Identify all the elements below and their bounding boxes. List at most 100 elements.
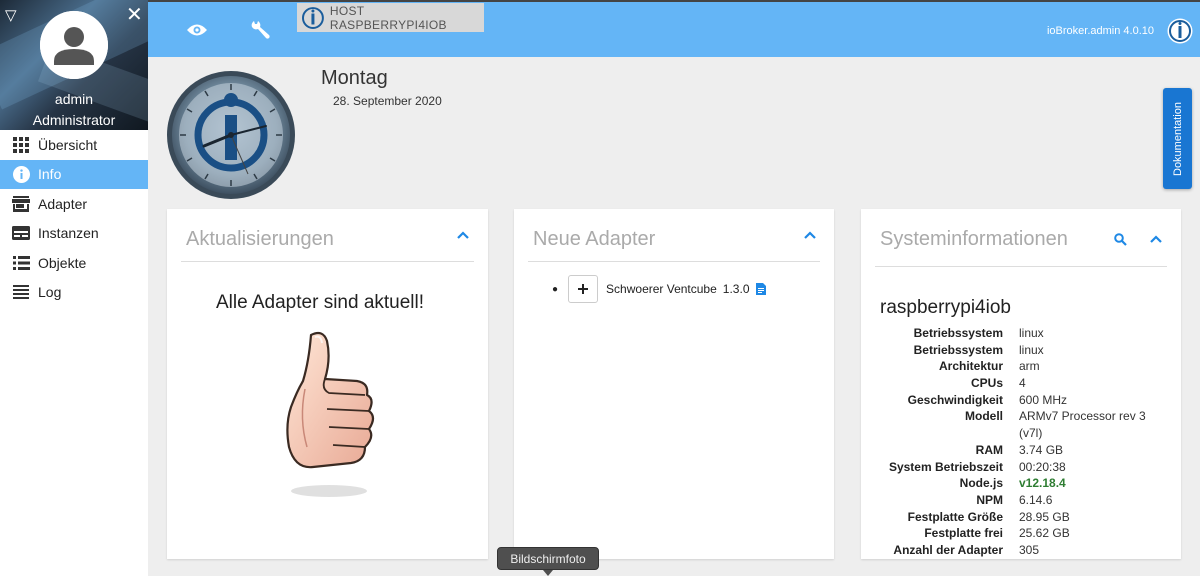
iobroker-logo-icon [302, 6, 324, 29]
info-key: Betriebssystem [913, 326, 1003, 340]
updates-title: Aktualisierungen [186, 228, 334, 250]
info-value: 6.14.6 [1019, 492, 1053, 507]
card-divider [528, 261, 820, 262]
documentation-label: Dokumentation [1171, 101, 1184, 176]
clock-logo [167, 71, 295, 199]
all-up-to-date-message: Alle Adapter sind aktuell! [215, 292, 425, 313]
search-icon[interactable] [1114, 233, 1127, 246]
info-value: 28.95 GB [1019, 509, 1070, 524]
info-key: Geschwindigkeit [907, 392, 1003, 407]
table-row: System Betriebszeit 00:20:38 [881, 460, 1159, 477]
bullet: ● [552, 283, 559, 295]
table-row: Festplatte Größe 28.95 GB [881, 510, 1159, 527]
sidebar-item-label: Instanzen [38, 225, 99, 242]
info-key: Festplatte frei [924, 526, 1003, 541]
instances-icon [12, 225, 30, 241]
info-value: arm [1019, 359, 1040, 374]
updates-card: Aktualisierungen Alle Adapter sind aktue… [167, 209, 488, 559]
info-key: Architektur [938, 359, 1003, 374]
info-key: CPUs [970, 376, 1003, 391]
user-icon [40, 11, 108, 79]
info-value: 305 [1019, 542, 1040, 557]
info-key: System Betriebszeit [888, 459, 1003, 474]
table-row: Anzahl der Adapter 305 [881, 543, 1159, 559]
table-row: NPM 6.14.6 [881, 493, 1159, 510]
iobroker-logo-icon[interactable] [1167, 18, 1193, 44]
avatar[interactable] [40, 11, 108, 79]
new-adapters-card: Neue Adapter ● Schwoerer Ventcube 1.3.0 [514, 209, 834, 559]
table-row: Geschwindigkeit 600 MHz [881, 393, 1159, 410]
chevron-up-icon[interactable] [456, 229, 470, 243]
sidebar-item-objekte[interactable]: Objekte [0, 248, 148, 278]
table-row: RAM 3.74 GB [881, 443, 1159, 460]
top-bar: HOST RASPBERRYPI4IOB ioBroker.admin 4.0.… [148, 0, 1200, 57]
plus-icon [578, 284, 589, 294]
table-row: Modell ARMv7 Processor rev 3 [881, 409, 1159, 426]
user-role: Administrator [32, 112, 116, 128]
sidebar-item-log[interactable]: Log [0, 278, 148, 308]
info-value: (v7l) [1019, 426, 1043, 441]
info-key [881, 426, 1019, 443]
card-divider [875, 266, 1167, 267]
table-row: Betriebssystem linux [881, 343, 1159, 360]
sysinfo-title: Systeminformationen [880, 228, 1068, 250]
apps-grid-icon [12, 136, 30, 153]
sidebar-item-label: Objekte [38, 254, 87, 271]
sidebar-item-adapter[interactable]: Adapter [0, 189, 148, 219]
info-value: linux [1019, 342, 1044, 357]
screenshot-tooltip: Bildschirmfoto [497, 547, 599, 576]
info-icon [12, 165, 30, 183]
info-key: Anzahl der Adapter [893, 542, 1003, 557]
host-selector[interactable]: HOST RASPBERRYPI4IOB [297, 3, 484, 32]
sysinfo-table: Betriebssystem linux Betriebssystem linux … [881, 326, 1159, 559]
sidebar-item-label: Log [38, 284, 62, 301]
sidebar-item-info[interactable]: Info [0, 159, 148, 189]
log-lines-icon [12, 284, 30, 300]
host-label: HOST RASPBERRYPI4IOB [329, 3, 447, 32]
sidebar-item-uebersicht[interactable]: Übersicht [0, 130, 148, 160]
thumbs-up-image [286, 331, 375, 497]
store-icon [12, 195, 30, 212]
card-divider [181, 261, 474, 262]
eye-button[interactable] [186, 19, 208, 41]
sidebar-item-label: Adapter [38, 195, 88, 212]
list-item: ● Schwoerer Ventcube 1.3.0 [552, 275, 766, 303]
list-icon [12, 255, 30, 271]
new-adapters-title: Neue Adapter [533, 228, 656, 250]
close-icon[interactable]: ✕ [126, 5, 143, 25]
table-row: Festplatte frei 25.62 GB [881, 526, 1159, 543]
add-adapter-button[interactable] [568, 275, 599, 303]
documentation-button[interactable]: Dokumentation [1163, 88, 1192, 189]
sidebar: ▽ ✕ admin Administrator Übersicht Info A… [0, 0, 148, 576]
info-key: NPM [976, 492, 1003, 507]
table-row: (v7l) [881, 426, 1159, 443]
document-icon[interactable] [755, 283, 766, 295]
menu-triangle-icon[interactable]: ▽ [5, 8, 17, 23]
host-name: raspberrypi4iob [880, 297, 1011, 318]
sidebar-item-instanzen[interactable]: Instanzen [0, 219, 148, 249]
sysinfo-card: Systeminformationen raspberrypi4iob Betr… [861, 209, 1181, 559]
adapter-version: 1.3.0 [722, 282, 750, 296]
info-key: RAM [975, 442, 1003, 457]
wrench-icon [251, 21, 270, 39]
info-key: Node.js [959, 476, 1003, 491]
adapter-name: Schwoerer Ventcube [606, 282, 717, 296]
sidebar-item-label: Übersicht [38, 136, 98, 153]
profile-header: ▽ ✕ admin Administrator [0, 0, 148, 130]
info-value: 00:20:38 [1019, 459, 1066, 474]
info-key: Betriebssystem [913, 342, 1003, 357]
chevron-up-icon[interactable] [1149, 233, 1163, 247]
sidebar-item-label: Info [38, 166, 62, 183]
info-value: 3.74 GB [1019, 442, 1064, 457]
table-row: Betriebssystem linux [881, 326, 1159, 343]
table-row: CPUs 4 [881, 376, 1159, 393]
table-row: Node.js v12.18.4 [881, 476, 1159, 493]
info-value: linux [1019, 326, 1044, 340]
eye-icon [187, 24, 207, 36]
info-value: 25.62 GB [1019, 526, 1070, 541]
user-name: admin [54, 91, 94, 107]
info-key: Modell [965, 409, 1003, 424]
table-row: Architektur arm [881, 359, 1159, 376]
chevron-up-icon[interactable] [803, 229, 817, 243]
wrench-button[interactable] [250, 19, 272, 41]
